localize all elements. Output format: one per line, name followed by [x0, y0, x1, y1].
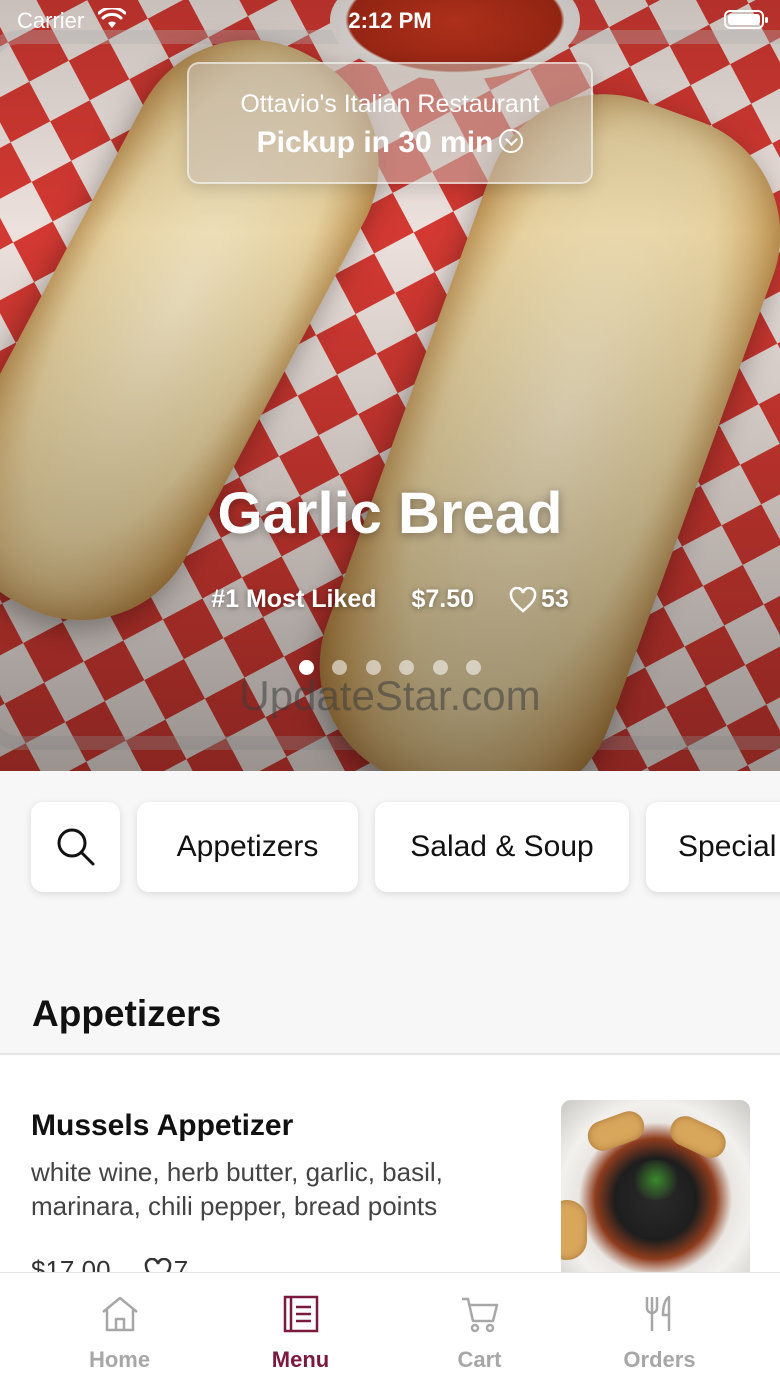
restaurant-name: Ottavio's Italian Restaurant — [240, 90, 540, 118]
pickup-time: Pickup in 30 min — [189, 126, 591, 160]
featured-title: Garlic Bread — [217, 481, 563, 546]
category-chip-appetizers[interactable]: Appetizers — [137, 802, 358, 892]
battery-icon — [724, 10, 768, 29]
tab-bar: Home Menu Cart Orders — [0, 1272, 780, 1387]
featured-price: $7.50 — [411, 584, 475, 613]
category-chip-salad-soup[interactable]: Salad & Soup — [375, 802, 629, 892]
featured-rank: #1 Most Liked — [211, 584, 377, 613]
tab-home[interactable]: Home — [22, 1273, 217, 1387]
item-name: Mussels Appetizer — [31, 1109, 294, 1142]
herb-garnish — [631, 1160, 681, 1200]
featured-likes-count: 53 — [540, 585, 569, 614]
home-icon — [102, 1296, 138, 1332]
app-screen: Carrier 2:12 PM Ottavio's Italian Restau… — [0, 0, 780, 1387]
watermark: UpdateStar.com — [239, 672, 541, 719]
fork-knife-icon — [645, 1295, 671, 1331]
search-button[interactable] — [31, 802, 120, 892]
tab-menu[interactable]: Menu — [203, 1273, 398, 1387]
bread-point — [561, 1200, 587, 1260]
pickup-label: Pickup in 30 min — [256, 126, 494, 159]
bread-point — [665, 1111, 731, 1163]
search-icon — [57, 828, 95, 866]
item-photo — [561, 1100, 750, 1280]
item-description: white wine, herb butter, garlic, basil, … — [31, 1157, 443, 1221]
featured-likes: 53 — [509, 584, 569, 614]
heart-icon — [509, 586, 537, 613]
menu-icon — [283, 1295, 319, 1333]
tab-label: Orders — [623, 1347, 696, 1372]
tab-cart[interactable]: Cart — [382, 1273, 577, 1387]
section-title: Appetizers — [32, 993, 222, 1034]
tab-label: Home — [88, 1347, 151, 1372]
featured-hero[interactable]: Carrier 2:12 PM Ottavio's Italian Restau… — [0, 0, 780, 771]
tab-label: Menu — [271, 1347, 330, 1372]
cart-icon — [462, 1297, 499, 1333]
chevron-down-icon — [499, 129, 524, 154]
category-bar: Appetizers Salad & Soup Special — [0, 771, 780, 961]
tab-label: Cart — [457, 1347, 502, 1372]
clock: 2:12 PM — [348, 8, 432, 33]
menu-item[interactable]: Mussels Appetizer white wine, herb butte… — [0, 1055, 780, 1287]
pickup-selector[interactable]: Ottavio's Italian Restaurant Pickup in 3… — [187, 62, 593, 184]
tab-orders[interactable]: Orders — [562, 1273, 757, 1387]
featured-meta: #1 Most Liked $7.50 53 — [0, 584, 780, 614]
bread-point — [583, 1106, 649, 1156]
status-bar: Carrier 2:12 PM — [0, 0, 780, 40]
category-chip-special[interactable]: Special — [646, 802, 780, 892]
